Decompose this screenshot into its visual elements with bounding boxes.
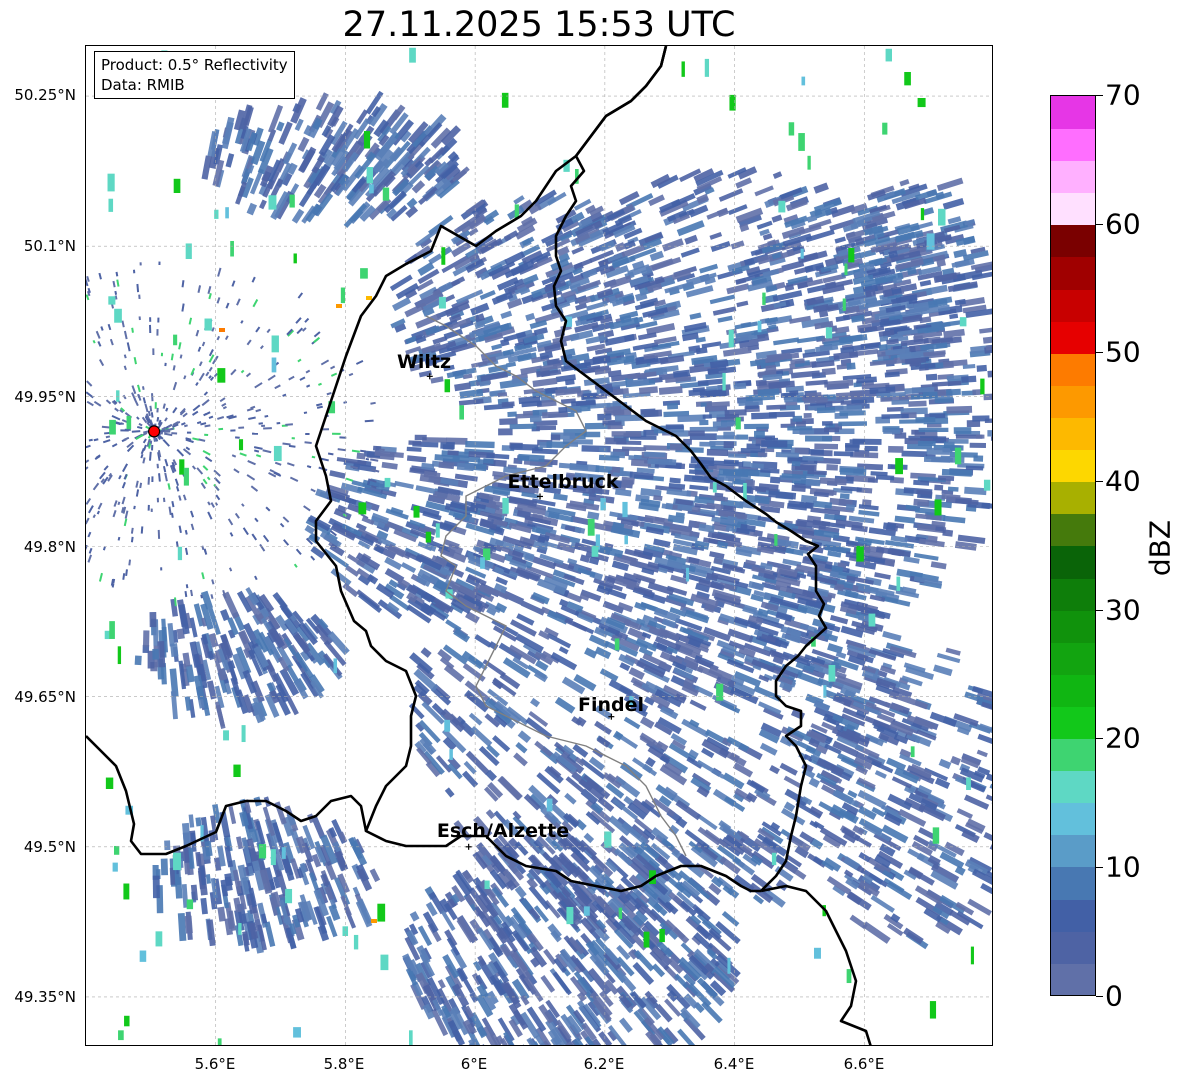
colorbar-segment xyxy=(1051,224,1095,258)
radar-site-marker xyxy=(147,425,161,438)
colorbar-segment xyxy=(1051,930,1095,964)
lat-tick-label: 49.8°N xyxy=(23,538,76,556)
colorbar-segment xyxy=(1051,738,1095,772)
colorbar-segment xyxy=(1051,802,1095,836)
lon-tick-label: 6°E xyxy=(460,1055,488,1073)
colorbar-tick xyxy=(1096,738,1103,739)
lat-tick-label: 49.35°N xyxy=(14,988,76,1006)
colorbar-segment xyxy=(1051,770,1095,804)
colorbar-tick xyxy=(1096,224,1103,225)
colorbar-segment xyxy=(1051,192,1095,226)
colorbar-tick xyxy=(1096,481,1103,482)
lat-tick-label: 50.1°N xyxy=(23,237,76,255)
colorbar-segment xyxy=(1051,384,1095,418)
colorbar-tick-label: 50 xyxy=(1105,335,1141,369)
colorbar-segment xyxy=(1051,417,1095,451)
colorbar-tick-label: 0 xyxy=(1105,979,1123,1013)
colorbar-tick xyxy=(1096,996,1103,997)
radar-map[interactable] xyxy=(85,45,993,1046)
city-label-ettelbruck: Ettelbruck xyxy=(507,471,619,493)
map-title: 27.11.2025 15:53 UTC xyxy=(342,5,736,45)
colorbar-segment xyxy=(1051,609,1095,643)
product-label: Product: 0.5° Reflectivity xyxy=(101,56,288,74)
lon-tick-label: 5.6°E xyxy=(194,1055,236,1073)
city-label-findel: Findel xyxy=(577,694,645,716)
colorbar-segment xyxy=(1051,898,1095,932)
colorbar-segment xyxy=(1051,96,1095,129)
product-info-box: Product: 0.5° Reflectivity Data: RMIB xyxy=(94,51,295,99)
colorbar-segment xyxy=(1051,673,1095,707)
colorbar-segment xyxy=(1051,352,1095,386)
colorbar-segment xyxy=(1051,256,1095,290)
colorbar-segment xyxy=(1051,962,1095,995)
colorbar-segment xyxy=(1051,288,1095,322)
lon-tick-label: 5.8°E xyxy=(323,1055,365,1073)
colorbar-segment xyxy=(1051,449,1095,483)
city-label-wiltz: Wiltz xyxy=(396,351,452,373)
colorbar-segment xyxy=(1051,128,1095,162)
colorbar-tick xyxy=(1096,352,1103,353)
city-label-esch-alzette: Esch/Alzette xyxy=(436,820,570,842)
colorbar-tick-label: 70 xyxy=(1105,78,1141,112)
colorbar-tick xyxy=(1096,95,1103,96)
colorbar-segment xyxy=(1051,866,1095,900)
colorbar-segment xyxy=(1051,481,1095,515)
colorbar xyxy=(1050,95,1096,996)
lon-tick-label: 6.4°E xyxy=(713,1055,755,1073)
colorbar-tick-label: 30 xyxy=(1105,593,1141,627)
colorbar-tick xyxy=(1096,867,1103,868)
colorbar-tick-label: 60 xyxy=(1105,207,1141,241)
colorbar-segment xyxy=(1051,577,1095,611)
city-marker xyxy=(465,843,472,850)
colorbar-segment xyxy=(1051,641,1095,675)
lon-tick-label: 6.6°E xyxy=(843,1055,885,1073)
lon-tick-label: 6.2°E xyxy=(583,1055,625,1073)
map-canvas xyxy=(86,46,992,1045)
colorbar-segment xyxy=(1051,513,1095,547)
colorbar-segment xyxy=(1051,545,1095,579)
colorbar-unit-label: dBZ xyxy=(1143,519,1177,577)
colorbar-segment xyxy=(1051,706,1095,740)
lat-tick-label: 50.25°N xyxy=(14,86,76,104)
colorbar-tick xyxy=(1096,610,1103,611)
colorbar-segment xyxy=(1051,160,1095,194)
data-source-label: Data: RMIB xyxy=(101,76,185,94)
colorbar-segment xyxy=(1051,320,1095,354)
colorbar-tick-label: 40 xyxy=(1105,464,1141,498)
colorbar-segment xyxy=(1051,834,1095,868)
colorbar-tick-label: 20 xyxy=(1105,721,1141,755)
lat-tick-label: 49.65°N xyxy=(14,688,76,706)
lat-tick-label: 49.95°N xyxy=(14,388,76,406)
lat-tick-label: 49.5°N xyxy=(23,838,76,856)
colorbar-tick-label: 10 xyxy=(1105,850,1141,884)
